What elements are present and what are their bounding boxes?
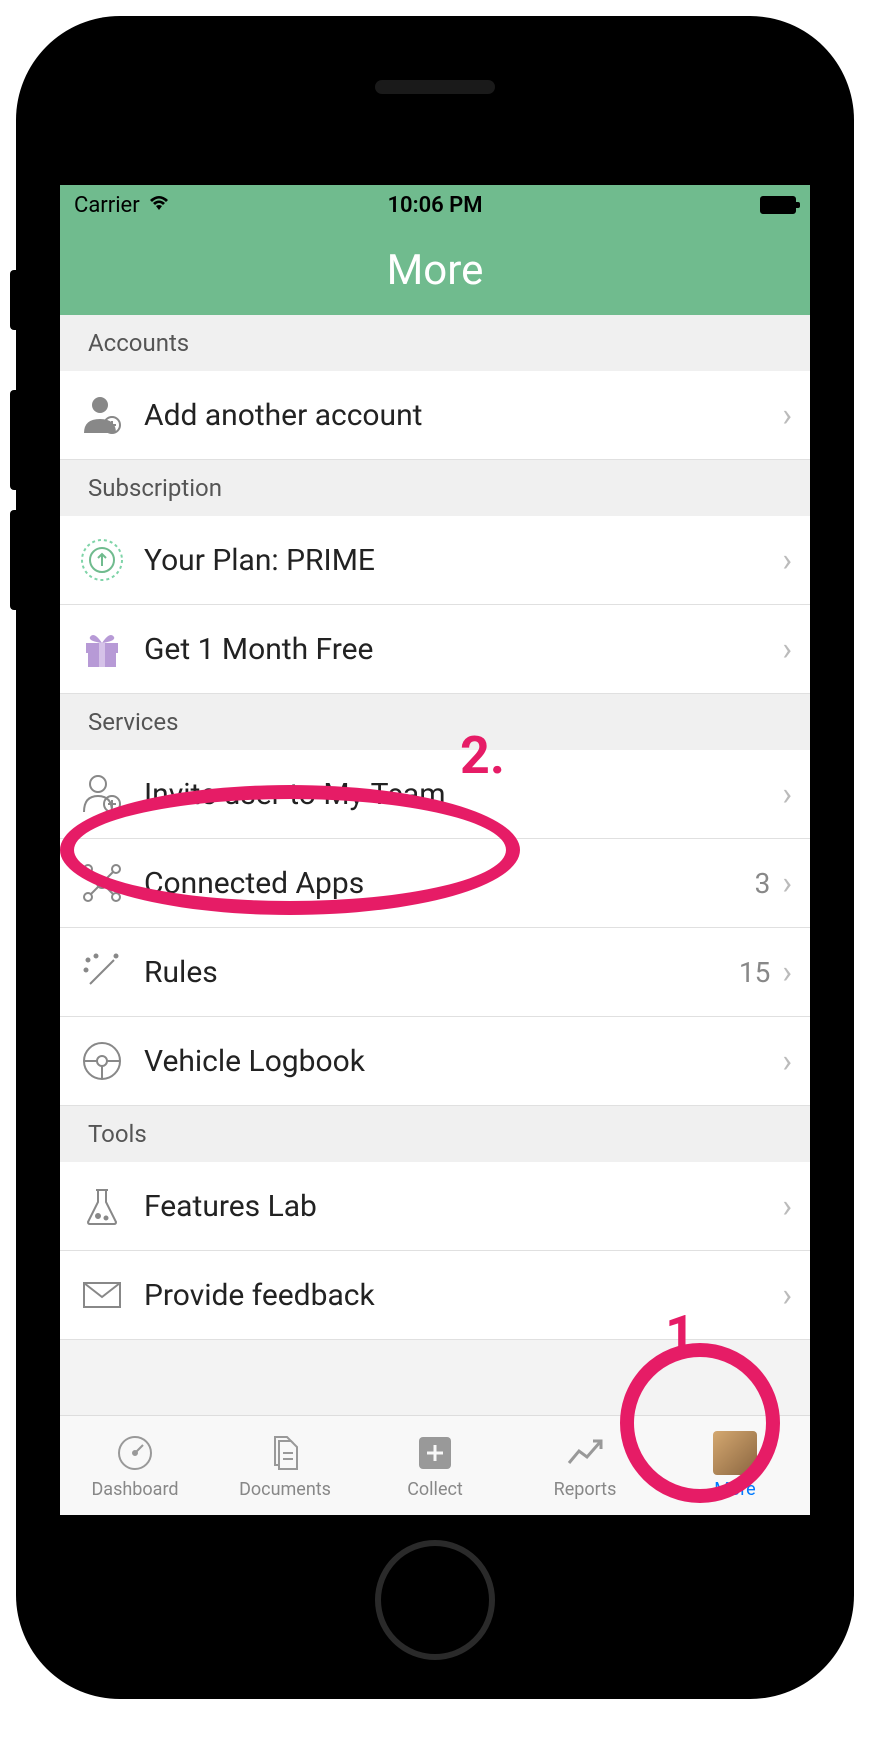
row-your-plan[interactable]: Your Plan: PRIME › — [60, 516, 810, 605]
settings-list[interactable]: Accounts Add another account › Subscript… — [60, 315, 810, 1415]
phone-speaker — [375, 80, 495, 94]
tab-reports[interactable]: Reports — [510, 1416, 660, 1515]
tab-more[interactable]: More — [660, 1416, 810, 1515]
count-badge: 3 — [755, 867, 771, 900]
chevron-right-icon: › — [782, 775, 792, 813]
chevron-right-icon: › — [782, 1042, 792, 1080]
speedometer-icon — [113, 1431, 157, 1475]
phone-screen: Carrier 10:06 PM More Accounts Add anoth… — [60, 185, 810, 1515]
gift-icon — [78, 625, 126, 673]
flask-icon — [78, 1182, 126, 1230]
chart-line-icon — [563, 1431, 607, 1475]
chevron-right-icon: › — [782, 630, 792, 668]
row-rules[interactable]: Rules 15 › — [60, 928, 810, 1017]
side-button — [10, 390, 20, 490]
row-connected-apps[interactable]: Connected Apps 3 › — [60, 839, 810, 928]
chevron-right-icon: › — [782, 1187, 792, 1225]
chevron-right-icon: › — [782, 1276, 792, 1314]
plan-icon — [78, 536, 126, 584]
tab-label: Documents — [239, 1479, 331, 1500]
tab-bar: Dashboard Documents Collect Reports — [60, 1415, 810, 1515]
plus-square-icon — [413, 1431, 457, 1475]
row-label: Add another account — [144, 398, 782, 433]
row-label: Provide feedback — [144, 1278, 782, 1313]
avatar-icon — [713, 1431, 757, 1475]
row-label: Rules — [144, 955, 739, 990]
row-label: Invite user to My Team — [144, 777, 782, 812]
count-badge: 15 — [739, 956, 770, 989]
tab-collect[interactable]: Collect — [360, 1416, 510, 1515]
row-provide-feedback[interactable]: Provide feedback › — [60, 1251, 810, 1340]
phone-frame: Carrier 10:06 PM More Accounts Add anoth… — [20, 20, 850, 1695]
tab-documents[interactable]: Documents — [210, 1416, 360, 1515]
side-button — [10, 270, 20, 330]
status-bar: Carrier 10:06 PM — [60, 185, 810, 225]
steering-wheel-icon — [78, 1037, 126, 1085]
page-title: More — [60, 225, 810, 315]
row-label: Features Lab — [144, 1189, 782, 1224]
wand-icon — [78, 948, 126, 996]
home-button[interactable] — [375, 1540, 495, 1660]
user-plus-icon — [78, 391, 126, 439]
tab-dashboard[interactable]: Dashboard — [60, 1416, 210, 1515]
documents-icon — [263, 1431, 307, 1475]
tab-label: Dashboard — [91, 1479, 178, 1500]
network-icon — [78, 859, 126, 907]
row-label: Vehicle Logbook — [144, 1044, 782, 1079]
tab-label: More — [714, 1479, 755, 1500]
chevron-right-icon: › — [782, 864, 792, 902]
chevron-right-icon: › — [782, 953, 792, 991]
chevron-right-icon: › — [782, 396, 792, 434]
row-month-free[interactable]: Get 1 Month Free › — [60, 605, 810, 694]
row-label: Get 1 Month Free — [144, 632, 782, 667]
tab-label: Reports — [554, 1479, 617, 1500]
row-invite-user[interactable]: Invite user to My Team › — [60, 750, 810, 839]
row-label: Connected Apps — [144, 866, 755, 901]
row-add-account[interactable]: Add another account › — [60, 371, 810, 460]
side-button — [10, 510, 20, 610]
clock-label: 10:06 PM — [387, 193, 482, 218]
row-label: Your Plan: PRIME — [144, 543, 782, 578]
row-features-lab[interactable]: Features Lab › — [60, 1162, 810, 1251]
section-header-services: Services — [60, 694, 810, 750]
tab-label: Collect — [407, 1479, 463, 1500]
row-vehicle-logbook[interactable]: Vehicle Logbook › — [60, 1017, 810, 1106]
section-header-subscription: Subscription — [60, 460, 810, 516]
user-outline-plus-icon — [78, 770, 126, 818]
mail-icon — [78, 1271, 126, 1319]
section-header-tools: Tools — [60, 1106, 810, 1162]
battery-icon — [760, 196, 796, 214]
section-header-accounts: Accounts — [60, 315, 810, 371]
chevron-right-icon: › — [782, 541, 792, 579]
carrier-label: Carrier — [74, 193, 140, 218]
wifi-icon — [148, 193, 170, 218]
